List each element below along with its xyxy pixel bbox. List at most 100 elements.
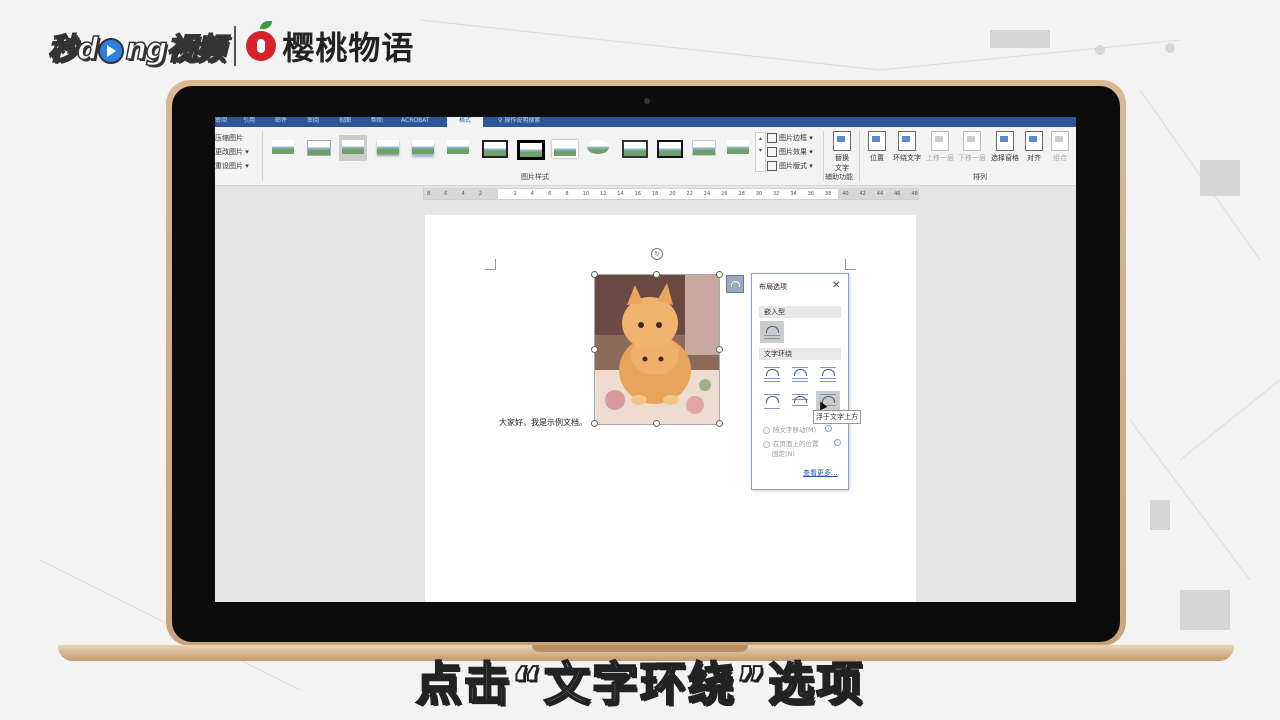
resize-handle-top[interactable]: [653, 271, 660, 278]
tab-format[interactable]: 格式: [447, 117, 483, 127]
ruler-tick: 4: [530, 191, 534, 197]
compress-pictures-button[interactable]: 压缩图片: [215, 131, 261, 145]
resize-handle-bottom-left[interactable]: [591, 420, 598, 427]
ruler-tick: 4: [461, 191, 465, 197]
picture-style-3[interactable]: [339, 135, 367, 161]
info-icon[interactable]: i: [825, 425, 832, 432]
ribbon-divider: [859, 131, 860, 181]
picture-style-6[interactable]: [444, 135, 472, 161]
ruler-tick: 28: [738, 191, 745, 197]
picture-style-2[interactable]: [304, 135, 332, 161]
move-with-text-radio[interactable]: 随文字移动(M): [763, 424, 816, 434]
tab-acrobat[interactable]: ACROBAT: [401, 117, 441, 127]
accessibility-label: 辅助功能: [825, 173, 853, 181]
document-text[interactable]: 大家好，我是示例文档。: [499, 417, 587, 428]
position-button[interactable]: 位置: [865, 131, 889, 163]
picture-styles-label: 图片样式: [521, 173, 549, 181]
resize-handle-bottom[interactable]: [653, 420, 660, 427]
ruler-tick: 18: [651, 191, 659, 197]
picture-style-10[interactable]: [584, 135, 612, 161]
picture-style-13[interactable]: [689, 135, 717, 161]
selection-pane-button[interactable]: 选择窗格: [989, 131, 1021, 163]
ruler-tick: 44: [876, 191, 884, 197]
tab-review-left[interactable]: 审阅: [215, 117, 231, 127]
picture-style-5[interactable]: [409, 135, 437, 161]
send-backward-icon: [963, 131, 981, 151]
cat-photo-image: [595, 275, 719, 424]
picture-effects-button[interactable]: 图片效果 ▾: [767, 146, 813, 158]
tell-me-search[interactable]: ♀ 操作说明搜索: [498, 117, 558, 127]
selection-pane-icon: [996, 131, 1014, 151]
tab-mailings[interactable]: 邮件: [275, 117, 295, 127]
picture-layout-icon: [767, 161, 777, 171]
ruler-tick: 32: [773, 191, 780, 197]
picture-style-9[interactable]: [549, 135, 578, 161]
align-button[interactable]: 对齐: [1023, 131, 1045, 163]
fix-position-label-2: 固定(N): [772, 450, 795, 458]
picture-style-4[interactable]: [374, 135, 402, 161]
inline-with-text-option[interactable]: [760, 321, 784, 343]
picture-style-8[interactable]: [514, 135, 545, 161]
picture-layout-button[interactable]: 图片版式 ▾: [767, 160, 813, 172]
chevron-up-icon: ▴: [758, 135, 762, 142]
resize-handle-top-right[interactable]: [716, 271, 723, 278]
ruler-tick: 12: [600, 191, 607, 197]
gallery-scroll[interactable]: ▴ ▾: [755, 132, 766, 172]
ruler-tick: 36: [807, 191, 814, 197]
tab-help[interactable]: 帮助: [371, 117, 391, 127]
layout-options-icon[interactable]: [726, 275, 744, 293]
send-backward-button[interactable]: 下移一层: [957, 131, 987, 163]
rotate-handle-icon[interactable]: ↻: [651, 248, 663, 260]
ribbon-divider: [262, 131, 263, 181]
change-picture-button[interactable]: 更改图片 ▾: [215, 145, 261, 159]
picture-style-7[interactable]: [479, 135, 508, 161]
ruler-tick: 48: [911, 191, 918, 197]
cat-photo[interactable]: [594, 274, 720, 425]
margin-corner-top-left: [485, 259, 496, 270]
picture-border-button[interactable]: 图片边框 ▾: [767, 132, 813, 144]
alt-text-button[interactable]: 替换 文字: [829, 131, 855, 173]
picture-style-11[interactable]: [619, 135, 648, 161]
through-wrap-option[interactable]: [816, 364, 840, 386]
tight-wrap-option[interactable]: [788, 364, 812, 386]
ruler-tick: 38: [824, 191, 832, 197]
alt-text-icon: [833, 131, 851, 151]
close-icon[interactable]: ✕: [832, 280, 840, 291]
reset-picture-button[interactable]: 重设图片 ▾: [215, 159, 261, 173]
resize-handle-right[interactable]: [716, 346, 723, 353]
tab-view[interactable]: 视图: [339, 117, 359, 127]
word-window: 审阅 引用 邮件 审阅 视图 帮助 ACROBAT 格式 ♀ 操作说明搜索 压缩…: [215, 117, 1076, 602]
horizontal-ruler[interactable]: 8 6 4 2 2 4 6 8 10 12 14 16 18 20 22 24 26 28 30 32 34 36 38 40…: [423, 188, 919, 200]
behind-text-option[interactable]: [788, 391, 812, 413]
tab-review[interactable]: 审阅: [307, 117, 327, 127]
ruler-tick: 24: [703, 191, 711, 197]
resize-handle-left[interactable]: [591, 346, 598, 353]
picture-style-1[interactable]: [269, 135, 297, 161]
wrap-arch-icon: [766, 326, 779, 333]
margin-corner-top-right: [845, 259, 856, 270]
resize-handle-bottom-right[interactable]: [716, 420, 723, 427]
webcam: [644, 98, 650, 104]
resize-handle-top-left[interactable]: [591, 271, 598, 278]
group-button[interactable]: 组合: [1049, 131, 1071, 163]
see-more-link[interactable]: 查看更多...: [803, 468, 838, 478]
ruler-tick: 22: [686, 191, 693, 197]
ribbon-divider: [823, 131, 824, 181]
fix-position-radio[interactable]: 在页面上的位置: [763, 438, 819, 448]
wrap-text-button[interactable]: 环绕文字: [891, 131, 923, 163]
top-bottom-wrap-option[interactable]: [760, 391, 784, 413]
wrap-arch-icon: [794, 369, 807, 376]
panel-title: 布局选项: [759, 283, 787, 291]
tab-references[interactable]: 引用: [243, 117, 263, 127]
info-icon[interactable]: i: [834, 439, 841, 446]
wrap-arch-icon: [822, 369, 835, 376]
square-wrap-option[interactable]: [760, 364, 784, 386]
wrap-arch-icon: [766, 396, 779, 403]
ruler-tick: 30: [755, 191, 763, 197]
group-icon: [1051, 131, 1069, 151]
picture-style-14[interactable]: [724, 135, 752, 161]
bring-forward-button[interactable]: 上移一层: [925, 131, 955, 163]
yingtao-wuyu-logo: 樱桃物语: [282, 29, 415, 67]
wrap-text-icon: [898, 131, 916, 151]
picture-style-12[interactable]: [654, 135, 683, 161]
